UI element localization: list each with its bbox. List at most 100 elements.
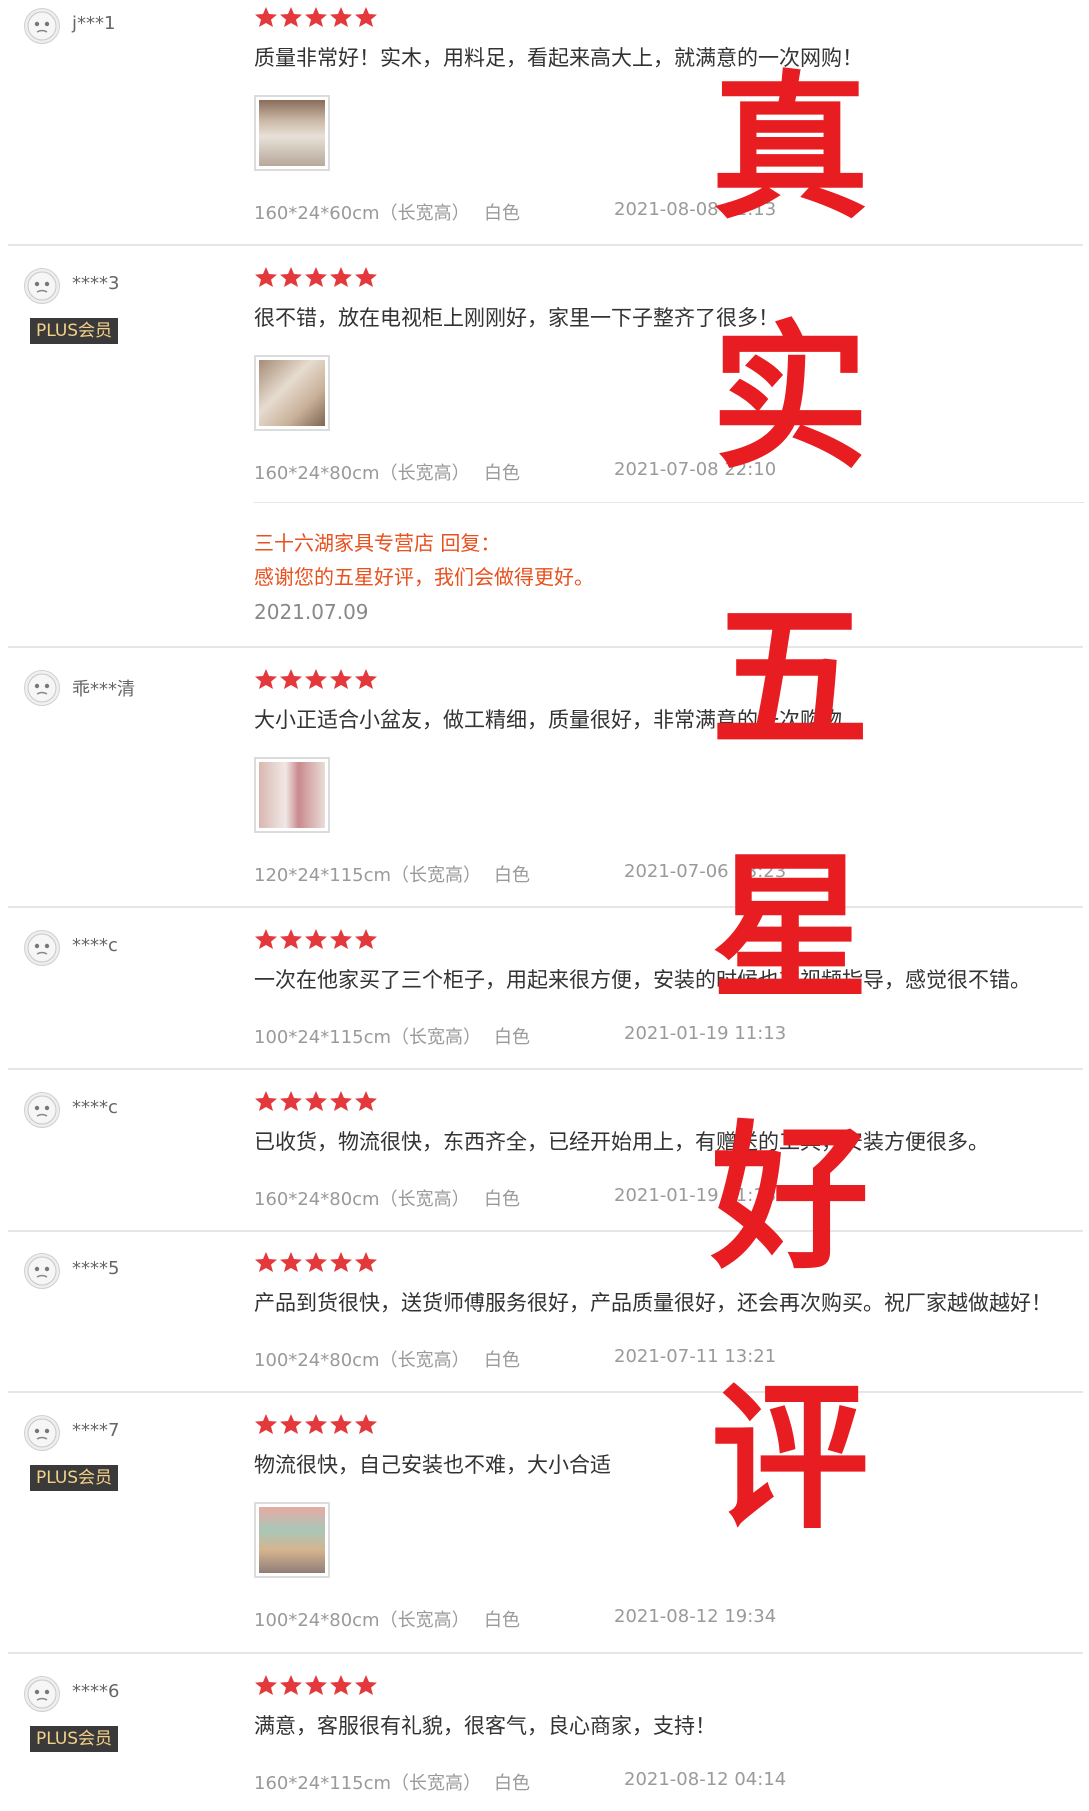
star-icon	[330, 669, 352, 689]
divider	[8, 1068, 1083, 1070]
star-icon	[355, 669, 377, 689]
star-icon	[330, 7, 352, 27]
star-icon	[330, 1091, 352, 1111]
product-color: 白色	[484, 203, 520, 224]
star-icon	[280, 669, 302, 689]
star-icon	[305, 267, 327, 287]
reply-divider	[254, 502, 1084, 503]
product-size: 100*24*80cm（长宽高）	[254, 1610, 470, 1631]
star-icon	[305, 7, 327, 27]
avatar-icon[interactable]	[24, 1676, 60, 1712]
overlay-char-4: 星	[711, 836, 869, 1021]
star-icon	[305, 1252, 327, 1272]
star-icon	[355, 929, 377, 949]
review-photo[interactable]	[254, 1502, 330, 1578]
username[interactable]: ****c	[72, 935, 118, 956]
username[interactable]: ****c	[72, 1097, 118, 1118]
divider	[8, 244, 1083, 246]
star-icon	[355, 267, 377, 287]
rating-stars	[254, 1413, 379, 1435]
star-icon	[255, 267, 277, 287]
username[interactable]: ****5	[72, 1258, 119, 1279]
star-icon	[305, 1675, 327, 1695]
star-icon	[330, 267, 352, 287]
review-text: 物流很快，自己安装也不难，大小合适	[254, 1453, 611, 1477]
rating-stars	[254, 668, 379, 690]
star-icon	[255, 1252, 277, 1272]
star-icon	[330, 929, 352, 949]
review-text: 产品到货很快，送货师傅服务很好，产品质量很好，还会再次购买。祝厂家越做越好！	[254, 1291, 1052, 1315]
seller-reply-date: 2021.07.09	[254, 600, 369, 624]
avatar-icon[interactable]	[24, 8, 60, 44]
username[interactable]: ****6	[72, 1681, 119, 1702]
username[interactable]: j***1	[72, 13, 115, 34]
divider	[8, 906, 1083, 908]
avatar-icon[interactable]	[24, 1253, 60, 1289]
product-size: 100*24*115cm（长宽高）	[254, 1027, 482, 1048]
overlay-char-3: 五	[711, 586, 869, 771]
product-size: 160*24*60cm（长宽高）	[254, 203, 470, 224]
avatar-icon[interactable]	[24, 670, 60, 706]
product-color: 白色	[484, 1189, 520, 1210]
review-photo[interactable]	[254, 355, 330, 431]
star-icon	[255, 1414, 277, 1434]
star-icon	[305, 669, 327, 689]
seller-reply-title: 三十六湖家具专营店 回复：	[254, 531, 501, 555]
username[interactable]: 乖***清	[72, 675, 135, 701]
username[interactable]: ****7	[72, 1420, 119, 1441]
plus-member-badge: PLUS会员	[30, 1726, 118, 1752]
review-photo[interactable]	[254, 95, 330, 171]
star-icon	[355, 1414, 377, 1434]
star-icon	[330, 1252, 352, 1272]
review-date: 2021-08-12 04:14	[624, 1769, 787, 1790]
overlay-char-1: 真	[711, 56, 869, 241]
product-size: 160*24*80cm（长宽高）	[254, 1189, 470, 1210]
star-icon	[355, 7, 377, 27]
product-size: 100*24*80cm（长宽高）	[254, 1350, 470, 1371]
review-text: 满意，客服很有礼貌，很客气，良心商家，支持！	[254, 1714, 716, 1738]
overlay-char-2: 实	[711, 306, 869, 491]
rating-stars	[254, 1251, 379, 1273]
review-photo[interactable]	[254, 757, 330, 833]
overlay-char-5: 好	[711, 1106, 869, 1291]
star-icon	[255, 669, 277, 689]
star-icon	[280, 1675, 302, 1695]
username[interactable]: ****3	[72, 273, 119, 294]
product-size: 160*24*115cm（长宽高）	[254, 1773, 482, 1794]
star-icon	[355, 1252, 377, 1272]
overlay-char-6: 评	[711, 1366, 869, 1551]
star-icon	[255, 1091, 277, 1111]
star-icon	[255, 1675, 277, 1695]
star-icon	[280, 267, 302, 287]
avatar-icon[interactable]	[24, 1092, 60, 1128]
star-icon	[255, 929, 277, 949]
plus-member-badge: PLUS会员	[30, 1465, 118, 1491]
star-icon	[305, 1414, 327, 1434]
seller-reply-body: 感谢您的五星好评，我们会做得更好。	[254, 565, 594, 589]
avatar-icon[interactable]	[24, 1415, 60, 1451]
star-icon	[355, 1675, 377, 1695]
rating-stars	[254, 1090, 379, 1112]
product-color: 白色	[494, 1027, 530, 1048]
product-color: 白色	[484, 1610, 520, 1631]
product-color: 白色	[484, 1350, 520, 1371]
star-icon	[355, 1091, 377, 1111]
product-size: 120*24*115cm（长宽高）	[254, 865, 482, 886]
star-icon	[280, 1252, 302, 1272]
divider	[8, 1652, 1083, 1654]
product-size: 160*24*80cm（长宽高）	[254, 463, 470, 484]
rating-stars	[254, 6, 379, 28]
star-icon	[280, 929, 302, 949]
star-icon	[280, 1091, 302, 1111]
divider	[8, 646, 1083, 648]
avatar-icon[interactable]	[24, 930, 60, 966]
review-text: 一次在他家买了三个柜子，用起来很方便，安装的时候也有视频指导，感觉很不错。	[254, 968, 1031, 992]
review-date: 2021-07-11 13:21	[614, 1346, 777, 1367]
divider	[8, 1230, 1083, 1232]
review-date: 2021-01-19 11:13	[624, 1023, 787, 1044]
star-icon	[305, 929, 327, 949]
star-icon	[255, 7, 277, 27]
product-color: 白色	[484, 463, 520, 484]
divider	[8, 1391, 1083, 1393]
avatar-icon[interactable]	[24, 268, 60, 304]
